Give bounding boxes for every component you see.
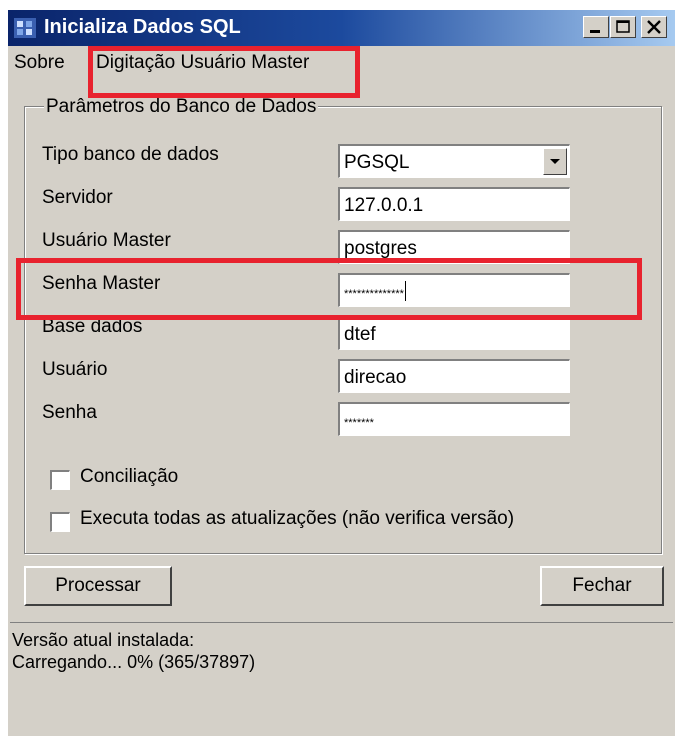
base-dados-input[interactable]: dtef (338, 316, 570, 350)
label-usuario-master: Usuário Master (42, 230, 171, 251)
executa-atualizacoes-label[interactable]: Executa todas as atualizações (não verif… (80, 508, 514, 530)
senha-mask: ******* (344, 417, 374, 429)
conciliacao-label[interactable]: Conciliação (80, 466, 178, 488)
senha-input[interactable]: ******* (338, 402, 570, 436)
fechar-button[interactable]: Fechar (540, 566, 664, 606)
maximize-button[interactable] (610, 16, 636, 38)
tipo-banco-select[interactable]: PGSQL (338, 144, 570, 178)
servidor-input[interactable]: 127.0.0.1 (338, 187, 570, 221)
window-title: Inicializa Dados SQL (44, 16, 241, 38)
conciliacao-checkbox[interactable] (50, 470, 70, 490)
dropdown-button[interactable] (543, 148, 567, 175)
close-button[interactable] (641, 16, 667, 38)
minimize-icon (590, 30, 600, 33)
label-servidor: Servidor (42, 187, 113, 208)
executa-atualizacoes-checkbox[interactable] (50, 512, 70, 532)
group-title: Parâmetros do Banco de Dados (44, 96, 319, 118)
label-tipo-banco: Tipo banco de dados (42, 144, 219, 165)
minimize-button[interactable] (583, 16, 609, 38)
status-version-line: Versão atual instalada: (12, 630, 195, 650)
highlight-menu-box (88, 46, 360, 98)
tipo-banco-value: PGSQL (344, 152, 410, 173)
chevron-down-icon (550, 159, 560, 164)
status-loading-line: Carregando... 0% (365/37897) (12, 652, 256, 672)
maximize-icon (616, 20, 630, 33)
app-window: Inicializa Dados SQL Sobre Digitação Usu… (8, 10, 675, 736)
processar-button[interactable]: Processar (24, 566, 172, 606)
close-icon (647, 20, 661, 34)
app-icon (14, 18, 36, 38)
label-senha: Senha (42, 402, 97, 423)
highlight-senha-master-box (16, 258, 642, 320)
label-usuario: Usuário (42, 359, 108, 380)
usuario-input[interactable]: direcao (338, 359, 570, 393)
status-panel: Versão atual instalada: Carregando... 0%… (10, 622, 673, 736)
title-bar[interactable]: Inicializa Dados SQL (8, 10, 675, 46)
menu-sobre[interactable]: Sobre (14, 52, 65, 74)
